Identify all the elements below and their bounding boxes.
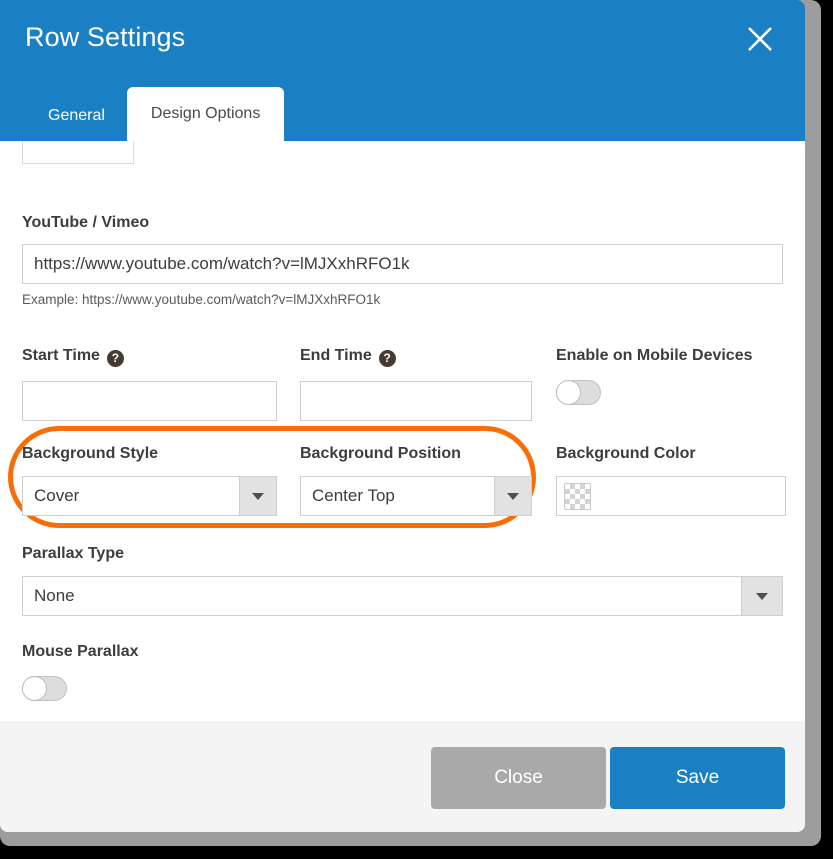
chevron-down-icon[interactable]: [741, 577, 782, 615]
background-color-label: Background Color: [556, 445, 696, 462]
enable-mobile-toggle[interactable]: [556, 380, 601, 405]
question-mark-icon[interactable]: ?: [106, 350, 124, 367]
end-time-input[interactable]: [300, 381, 532, 421]
youtube-vimeo-label: YouTube / Vimeo: [22, 214, 150, 231]
chevron-down-icon[interactable]: [494, 477, 531, 515]
toggle-knob: [22, 676, 47, 701]
row-settings-dialog: Row Settings General Design Options YouT…: [0, 0, 805, 832]
background-color-field-group: Background Color: [556, 446, 786, 516]
dialog-title: Row Settings: [25, 22, 186, 52]
youtube-vimeo-input[interactable]: [22, 244, 783, 284]
background-style-value: Cover: [34, 486, 80, 505]
background-position-select[interactable]: Center Top: [300, 476, 532, 516]
mouse-parallax-toggle[interactable]: [22, 676, 67, 701]
start-time-label: Start Time?: [22, 348, 277, 367]
youtube-vimeo-hint: Example: https://www.youtube.com/watch?v…: [22, 292, 381, 307]
save-button[interactable]: Save: [610, 747, 785, 809]
background-style-label: Background Style: [22, 445, 159, 462]
background-color-picker[interactable]: [556, 476, 786, 516]
tab-general[interactable]: General: [26, 92, 127, 141]
background-position-field-group: Background Position Center Top: [300, 446, 532, 516]
background-position-label: Background Position: [300, 445, 461, 462]
parallax-type-select[interactable]: None: [22, 576, 783, 616]
end-time-label-text: End Time: [300, 347, 372, 364]
close-icon[interactable]: [743, 22, 777, 56]
toggle-knob: [556, 380, 581, 405]
question-mark-icon[interactable]: ?: [378, 350, 396, 367]
tab-design-options[interactable]: Design Options: [126, 87, 285, 141]
start-time-field-group: Start Time?: [22, 348, 277, 421]
chevron-down-icon[interactable]: [239, 477, 276, 515]
parallax-type-label: Parallax Type: [22, 545, 124, 562]
enable-mobile-field-group: Enable on Mobile Devices: [556, 348, 786, 405]
mouse-parallax-label: Mouse Parallax: [22, 643, 139, 660]
start-time-input[interactable]: [22, 381, 277, 421]
parallax-type-value: None: [34, 586, 75, 605]
close-button[interactable]: Close: [431, 747, 606, 809]
background-style-select[interactable]: Cover: [22, 476, 277, 516]
end-time-label: End Time?: [300, 348, 532, 367]
background-style-field-group: Background Style Cover: [22, 446, 277, 516]
start-time-label-text: Start Time: [22, 347, 100, 364]
enable-mobile-label: Enable on Mobile Devices: [556, 347, 753, 364]
mouse-parallax-field-group: Mouse Parallax: [22, 644, 139, 701]
dialog-body: YouTube / Vimeo Example: https://www.you…: [0, 141, 805, 722]
transparent-swatch-icon: [564, 482, 591, 510]
youtube-vimeo-field-group: YouTube / Vimeo Example: https://www.you…: [22, 215, 783, 307]
end-time-field-group: End Time?: [300, 348, 532, 421]
image-thumbnail[interactable]: [22, 141, 134, 164]
dialog-header: Row Settings General Design Options: [0, 0, 805, 141]
parallax-type-field-group: Parallax Type None: [22, 546, 783, 616]
dialog-footer: Close Save: [0, 722, 805, 832]
background-position-value: Center Top: [312, 486, 395, 505]
dialog-tabs: General Design Options: [26, 87, 285, 141]
